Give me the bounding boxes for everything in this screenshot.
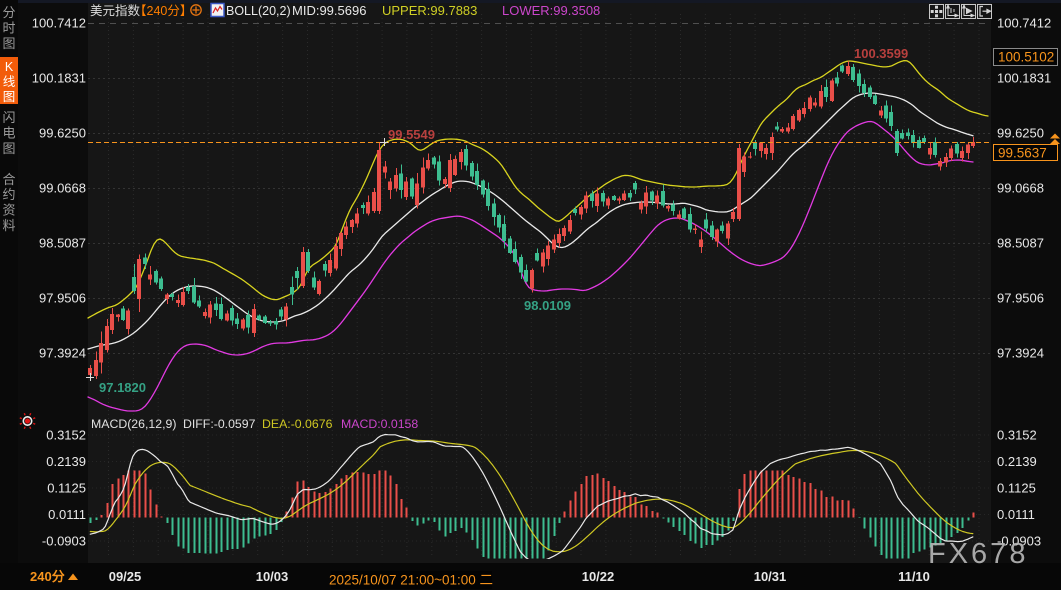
svg-text:0.3152: 0.3152: [997, 428, 1037, 443]
svg-text:DEA:-0.0676: DEA:-0.0676: [262, 417, 333, 431]
svg-text:约: 约: [2, 187, 15, 202]
svg-text:料: 料: [2, 218, 15, 233]
svg-text:LOWER:99.3508: LOWER:99.3508: [502, 3, 600, 18]
svg-text:10/31: 10/31: [754, 569, 787, 584]
svg-text:资: 资: [2, 203, 15, 218]
svg-text:100.7412: 100.7412: [32, 16, 86, 31]
svg-text:09/25: 09/25: [109, 569, 142, 584]
svg-text:97.3924: 97.3924: [39, 346, 86, 361]
svg-text:98.5087: 98.5087: [39, 236, 86, 251]
svg-text:99.6250: 99.6250: [39, 126, 86, 141]
svg-text:100.5102: 100.5102: [998, 50, 1054, 65]
svg-text:99.0668: 99.0668: [39, 181, 86, 196]
svg-text:时: 时: [2, 21, 15, 36]
svg-text:240分: 240分: [30, 569, 65, 584]
svg-text:图: 图: [3, 90, 16, 104]
svg-text:0.0111: 0.0111: [48, 507, 86, 522]
svg-text:0.1125: 0.1125: [997, 481, 1036, 496]
svg-text:0.2139: 0.2139: [46, 454, 86, 469]
svg-text:0.0111: 0.0111: [997, 507, 1035, 522]
svg-text:10/22: 10/22: [582, 569, 615, 584]
svg-text:100.1831: 100.1831: [997, 71, 1051, 86]
svg-text:99.0668: 99.0668: [997, 181, 1044, 196]
svg-text:闪: 闪: [2, 110, 15, 125]
svg-text:11/10: 11/10: [898, 569, 930, 584]
svg-text:图: 图: [2, 36, 15, 51]
svg-text:99.6250: 99.6250: [997, 126, 1044, 141]
svg-text:美元指数: 美元指数: [90, 3, 141, 18]
svg-text:2025/10/07 21:00~01:00 二: 2025/10/07 21:00~01:00 二: [329, 573, 493, 588]
svg-text:BOLL(20,2): BOLL(20,2): [226, 4, 291, 18]
svg-text:FX678: FX678: [928, 538, 1028, 570]
svg-text:-0.0903: -0.0903: [42, 534, 86, 549]
svg-text:分: 分: [2, 5, 15, 20]
svg-text:MACD:0.0158: MACD:0.0158: [341, 417, 418, 431]
svg-text:0.1125: 0.1125: [47, 481, 86, 496]
svg-text:98.0109: 98.0109: [524, 298, 571, 313]
svg-text:10/03: 10/03: [256, 569, 289, 584]
svg-text:99.5549: 99.5549: [388, 127, 435, 142]
svg-text:UPPER:99.7883: UPPER:99.7883: [382, 3, 477, 18]
svg-text:合: 合: [2, 172, 15, 187]
svg-text:99.5637: 99.5637: [998, 146, 1047, 161]
svg-text:0.2139: 0.2139: [997, 454, 1037, 469]
svg-text:0.3152: 0.3152: [46, 428, 86, 443]
svg-text:100.3599: 100.3599: [854, 46, 908, 61]
svg-text:DIFF:-0.0597: DIFF:-0.0597: [183, 417, 256, 431]
svg-text:电: 电: [2, 126, 15, 141]
svg-text:【240分】: 【240分】: [134, 4, 192, 18]
svg-text:97.9506: 97.9506: [39, 291, 86, 306]
svg-text:MACD(26,12,9): MACD(26,12,9): [91, 417, 176, 431]
svg-text:97.9506: 97.9506: [997, 291, 1044, 306]
svg-text:图: 图: [2, 141, 15, 156]
svg-text:100.7412: 100.7412: [997, 16, 1051, 31]
svg-text:98.5087: 98.5087: [997, 236, 1044, 251]
svg-text:100.1831: 100.1831: [32, 71, 86, 86]
svg-text:97.3924: 97.3924: [997, 346, 1044, 361]
svg-text:K: K: [5, 60, 14, 74]
svg-text:线: 线: [3, 75, 16, 89]
svg-text:MID:99.5696: MID:99.5696: [292, 3, 366, 18]
svg-text:97.1820: 97.1820: [99, 380, 146, 395]
